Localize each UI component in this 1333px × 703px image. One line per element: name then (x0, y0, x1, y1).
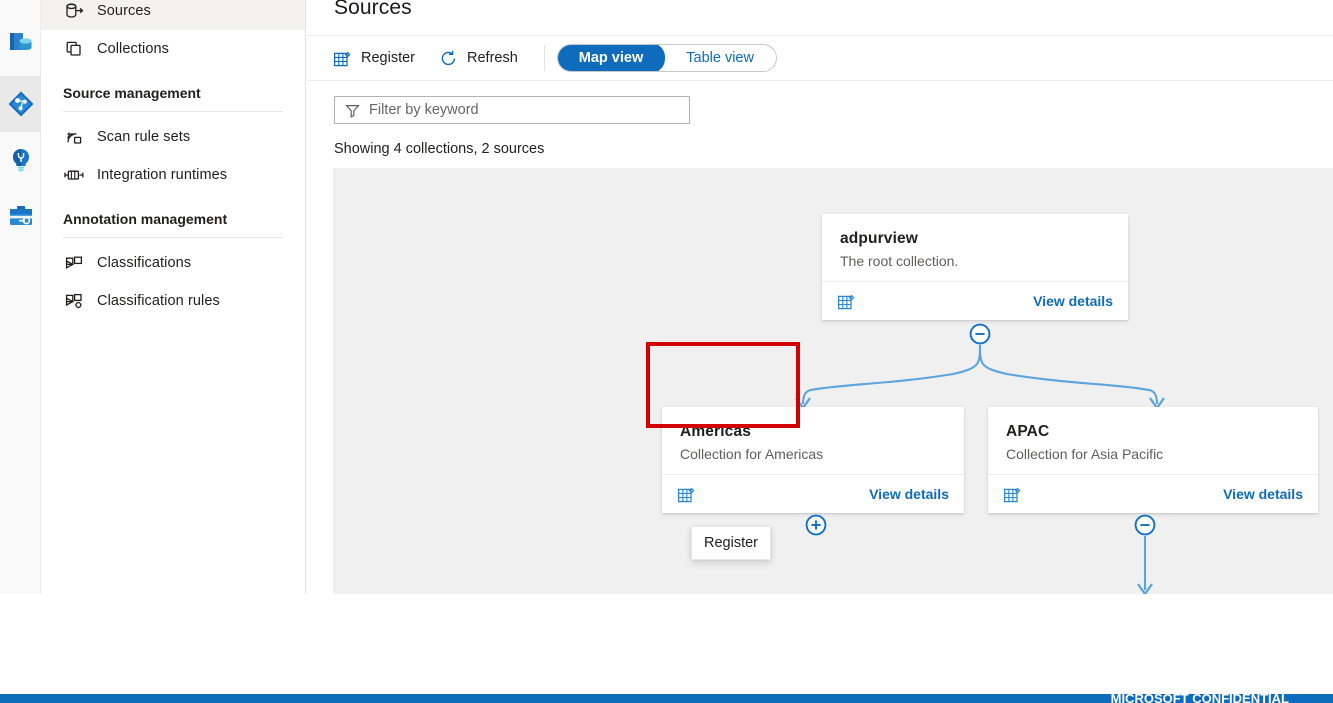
collections-icon (63, 39, 85, 59)
scan-rule-sets-icon (63, 127, 85, 147)
nav-item-integration-runtimes[interactable]: Integration runtimes (41, 156, 305, 194)
nav-item-scan-rule-sets[interactable]: Scan rule sets (41, 118, 305, 156)
sources-icon (63, 1, 85, 21)
nav-item-label: Collections (97, 41, 169, 57)
search-input[interactable] (369, 102, 659, 118)
classifications-icon (63, 253, 85, 273)
refresh-button[interactable]: Refresh (427, 41, 530, 75)
view-pivot: Map view Table view (557, 44, 777, 72)
data-map-icon (7, 90, 35, 118)
card-description: Collection for Asia Pacific (1006, 446, 1300, 462)
nav-item-classification-rules[interactable]: Classification rules (41, 282, 305, 320)
nav-section-header: Source management (41, 80, 305, 106)
tab-map-view[interactable]: Map view (557, 44, 665, 72)
nav-item-collections[interactable]: Collections (41, 30, 305, 68)
results-summary: Showing 4 collections, 2 sources (334, 141, 544, 157)
filter-funnel-icon (345, 103, 360, 118)
management-icon (8, 204, 34, 228)
register-source-icon[interactable] (1003, 485, 1022, 504)
collection-card-americas[interactable]: Americas Collection for Americas View de… (662, 407, 964, 513)
register-source-icon[interactable] (677, 485, 696, 504)
collection-card-apac[interactable]: APAC Collection for Asia Pacific View de… (988, 407, 1318, 513)
insights-icon (9, 147, 33, 173)
data-catalog-icon (8, 29, 34, 55)
register-source-icon[interactable] (837, 292, 856, 311)
nav-section-header: Annotation management (41, 206, 305, 232)
nav-item-sources[interactable]: Sources (41, 0, 305, 30)
expand-node-americas[interactable] (805, 514, 827, 536)
page-title: Sources (334, 0, 412, 20)
collapse-node-root[interactable] (969, 323, 991, 345)
card-title: APAC (1006, 423, 1300, 441)
integration-runtimes-icon (63, 165, 85, 185)
rail-item-data-catalog[interactable] (0, 14, 41, 70)
nav-item-label: Classification rules (97, 293, 220, 309)
card-title: Americas (680, 423, 946, 441)
card-footer: View details (988, 474, 1318, 513)
filter-box (334, 96, 690, 124)
nav-section-divider (63, 237, 283, 238)
tab-table-view[interactable]: Table view (664, 44, 776, 72)
register-source-icon (333, 49, 352, 68)
bottom-status-bar: MICROSOFT CONFIDENTIAL (0, 694, 1333, 703)
view-details-link[interactable]: View details (1033, 293, 1113, 309)
card-description: The root collection. (840, 253, 1110, 269)
card-body: adpurview The root collection. (822, 214, 1128, 281)
refresh-icon (439, 49, 458, 68)
card-footer: View details (822, 281, 1128, 320)
collapse-node-apac[interactable] (1134, 514, 1156, 536)
card-title: adpurview (840, 230, 1110, 248)
nav-section-divider (63, 111, 283, 112)
rail-item-data-map[interactable] (0, 76, 41, 132)
nav-item-label: Integration runtimes (97, 167, 227, 183)
command-bar: Register Refresh Map view Table view (307, 35, 1333, 81)
card-footer: View details (662, 474, 964, 513)
app-icon-rail (0, 0, 41, 594)
classification-rules-icon (63, 291, 85, 311)
left-nav-panel: Sources Collections Source management (41, 0, 306, 594)
bottom-status-text: MICROSOFT CONFIDENTIAL (1111, 694, 1289, 703)
rail-item-insights[interactable] (0, 132, 41, 188)
main-pane: Sources Register (307, 0, 1333, 594)
card-description: Collection for Americas (680, 446, 946, 462)
card-body: Americas Collection for Americas (662, 407, 964, 474)
collections-map-canvas[interactable]: adpurview The root collection. View deta… (333, 168, 1333, 594)
collection-card-root[interactable]: adpurview The root collection. View deta… (822, 214, 1128, 320)
app-root: Sources Collections Source management (0, 0, 1333, 703)
view-details-link[interactable]: View details (1223, 486, 1303, 502)
register-button[interactable]: Register (321, 41, 427, 75)
nav-item-label: Sources (97, 3, 151, 19)
rail-item-management[interactable] (0, 188, 41, 244)
nav-item-classifications[interactable]: Classifications (41, 244, 305, 282)
command-label: Refresh (467, 50, 518, 66)
nav-item-label: Scan rule sets (97, 129, 190, 145)
command-label: Register (361, 50, 415, 66)
nav-item-label: Classifications (97, 255, 191, 271)
card-body: APAC Collection for Asia Pacific (988, 407, 1318, 474)
view-details-link[interactable]: View details (869, 486, 949, 502)
register-tooltip: Register (691, 526, 771, 560)
command-separator (544, 45, 545, 71)
